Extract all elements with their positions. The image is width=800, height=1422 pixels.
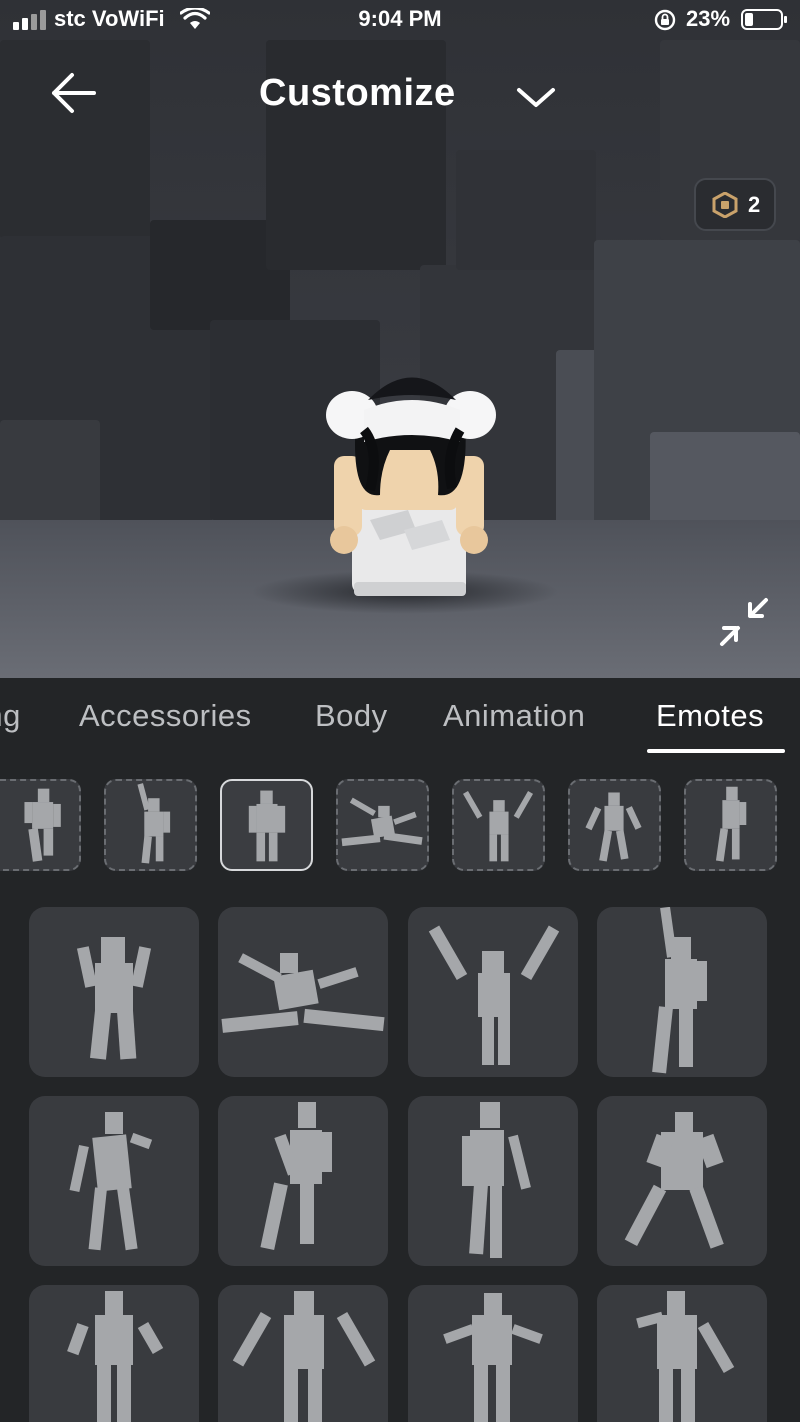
emote-slot[interactable] (104, 779, 197, 871)
emote-card[interactable] (597, 1096, 767, 1266)
emote-slot-selected[interactable] (220, 779, 313, 871)
emote-card[interactable] (218, 1096, 388, 1266)
emote-card[interactable] (218, 1285, 388, 1422)
robux-icon (712, 192, 738, 218)
emote-slot[interactable] (336, 779, 429, 871)
emote-point-up-icon (652, 907, 707, 1074)
emote-pose-6-icon (585, 792, 642, 862)
emote-walk-icon (462, 1102, 531, 1258)
emote-card[interactable] (597, 907, 767, 1077)
emote-pose-3-icon (248, 790, 286, 862)
battery-icon (741, 9, 787, 30)
emote-arms-out-icon (232, 1291, 376, 1422)
tab-emotes[interactable]: Emotes (656, 698, 764, 734)
emote-dance-1-icon (69, 1112, 153, 1251)
rotation-lock-icon (654, 9, 676, 31)
emote-arms-up-icon (428, 925, 560, 1065)
emote-card[interactable] (597, 1285, 767, 1422)
tab-accessories[interactable]: Accessories (79, 698, 252, 734)
emote-card[interactable] (29, 1285, 199, 1422)
emote-pose-7-icon (715, 786, 747, 862)
scene-block (456, 150, 596, 270)
back-arrow-icon[interactable] (48, 70, 100, 116)
emote-dance-4-icon (636, 1291, 735, 1422)
battery-percent: 23% (686, 6, 731, 31)
emote-slot[interactable] (452, 779, 545, 871)
emote-card[interactable] (408, 907, 578, 1077)
robux-amount: 2 (748, 192, 761, 217)
emote-slot[interactable] (684, 779, 777, 871)
robux-balance-button[interactable]: 2 (694, 178, 776, 231)
chevron-down-icon[interactable] (514, 82, 558, 112)
emote-grid (0, 882, 800, 1422)
emote-pose-2-icon (137, 783, 171, 864)
emote-slot[interactable] (568, 779, 661, 871)
emote-hand-hip-icon (260, 1102, 332, 1251)
emote-pose-4-icon (341, 797, 423, 847)
page-title[interactable]: Customize (259, 72, 456, 115)
status-bar: stc VoWiFi 9:04 PM 23% (0, 0, 800, 40)
tab-clothing[interactable]: ing (0, 698, 21, 734)
emote-card[interactable] (218, 907, 388, 1077)
emote-dance-3-icon (67, 1291, 164, 1422)
emote-dance-2-icon (624, 1112, 724, 1249)
emote-pose-1-icon (24, 788, 61, 862)
avatar-figure[interactable] (320, 360, 500, 600)
emote-card[interactable] (29, 907, 199, 1077)
emote-card[interactable] (29, 1096, 199, 1266)
emote-shrug-icon (443, 1293, 543, 1422)
emote-split-jump-icon (221, 953, 385, 1033)
status-time: 9:04 PM (358, 6, 442, 31)
emote-pose-5-icon (463, 791, 534, 862)
tab-animation[interactable]: Animation (443, 698, 585, 734)
avatar-viewport[interactable]: stc VoWiFi 9:04 PM 23% Customize 2 (0, 0, 800, 678)
emote-card[interactable] (408, 1285, 578, 1422)
emote-slot[interactable] (0, 779, 81, 871)
emote-shrug-stand-icon (76, 937, 152, 1060)
equipped-emote-slots (0, 758, 800, 882)
emote-card[interactable] (408, 1096, 578, 1266)
collapse-arrows-icon[interactable] (714, 594, 772, 650)
tab-body[interactable]: Body (315, 698, 388, 734)
category-tabs: ing Accessories Body Animation Emotes (0, 678, 800, 758)
active-tab-indicator (647, 749, 785, 753)
